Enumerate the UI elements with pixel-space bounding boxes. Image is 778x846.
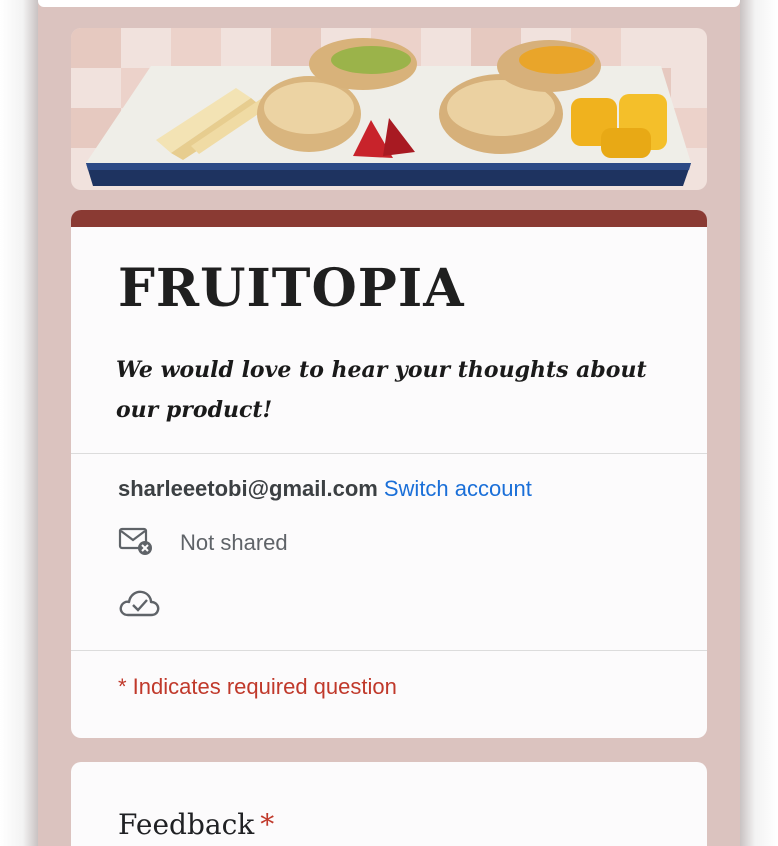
left-window-edge	[0, 0, 38, 846]
right-window-edge	[740, 0, 778, 846]
email-shared-status: Not shared	[118, 526, 288, 560]
divider	[71, 650, 707, 651]
form-title: FRUITOPIA	[118, 258, 465, 319]
required-note: * Indicates required question	[118, 674, 397, 699]
accent-bar	[71, 210, 707, 227]
header-image	[71, 28, 707, 190]
form-title-card: FRUITOPIA We would love to hear your tho…	[71, 210, 707, 738]
cloud-check-icon	[118, 588, 162, 623]
form-page[interactable]: FRUITOPIA We would love to hear your tho…	[38, 0, 740, 846]
account-row: sharleeetobi@gmail.com Switch account	[118, 476, 532, 502]
form-description: We would love to hear your thoughts abou…	[116, 357, 647, 423]
account-email: sharleeetobi@gmail.com	[118, 476, 378, 501]
question-label: Feedback	[118, 808, 255, 841]
email-shared-text: Not shared	[180, 530, 288, 555]
question-card[interactable]: Feedback *	[71, 762, 707, 846]
required-star: *	[260, 808, 275, 841]
draft-status	[118, 588, 162, 622]
top-bar	[38, 0, 740, 7]
question-title: Feedback *	[118, 808, 274, 841]
divider	[71, 453, 707, 454]
food-plate-image	[71, 28, 707, 190]
switch-account-link[interactable]: Switch account	[384, 476, 532, 501]
mail-blocked-icon	[118, 526, 154, 561]
